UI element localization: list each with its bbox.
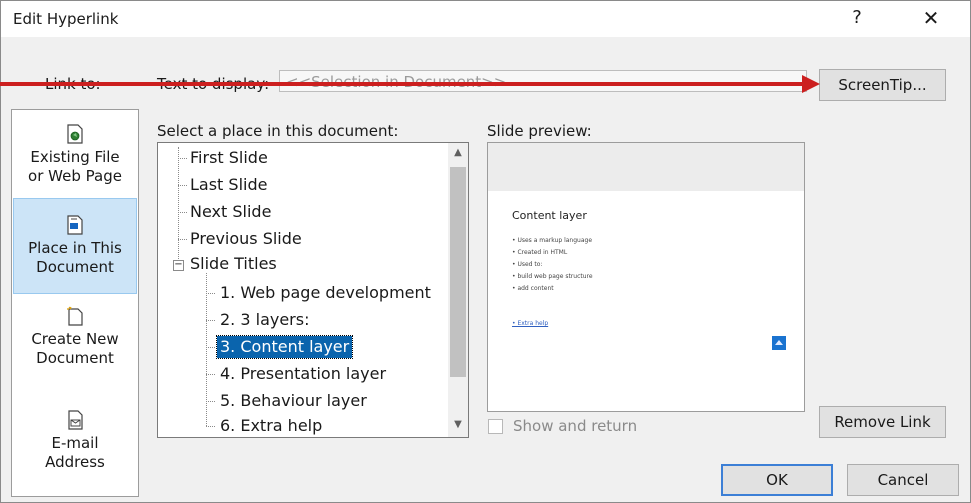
tree-item[interactable]: 4. Presentation layer — [220, 363, 386, 385]
link-to-item-line1: E-mail — [51, 434, 99, 452]
slide-preview-label: Slide preview: — [487, 122, 592, 140]
title-bar: Edit Hyperlink ? ✕ — [1, 1, 970, 37]
slide-nav-icon — [772, 336, 786, 350]
tree-item[interactable]: Next Slide — [190, 201, 271, 223]
collapse-toggle[interactable]: − — [173, 260, 184, 271]
slide-preview-bullet: • Created in HTML — [512, 249, 568, 256]
tree-item[interactable]: Previous Slide — [190, 228, 302, 250]
scroll-down-icon[interactable]: ▼ — [448, 419, 468, 430]
slide-preview-title: Content layer — [512, 209, 587, 222]
web-file-icon — [67, 124, 83, 144]
tree-guide-line — [206, 426, 215, 427]
tree-scrollbar[interactable]: ▲ ▼ — [448, 143, 468, 437]
tree-guide-line — [178, 158, 187, 159]
tree-guide-line — [178, 185, 187, 186]
tree-item[interactable]: Slide Titles — [190, 253, 277, 275]
new-document-icon — [67, 306, 83, 326]
link-to-email-address[interactable]: E-mail Address — [13, 404, 137, 490]
tree-guide-line — [178, 147, 179, 267]
slide-preview-bullet: • build web page structure — [512, 273, 593, 280]
tree-item[interactable]: Last Slide — [190, 174, 267, 196]
link-to-item-line2: Document — [36, 258, 114, 276]
show-and-return-checkbox[interactable] — [488, 419, 503, 434]
tree-item[interactable]: 2. 3 layers: — [220, 309, 309, 331]
link-to-item-line2: Document — [36, 349, 114, 367]
annotation-arrow-line — [0, 82, 808, 86]
slide-preview-link: • Extra help — [512, 320, 549, 327]
tree-item[interactable]: 1. Web page development — [220, 282, 431, 304]
cancel-button[interactable]: Cancel — [847, 464, 959, 496]
remove-link-button[interactable]: Remove Link — [819, 406, 946, 438]
scroll-thumb[interactable] — [450, 167, 466, 377]
tree-item[interactable]: First Slide — [190, 147, 268, 169]
help-button[interactable]: ? — [843, 7, 871, 28]
tree-guide-line — [206, 347, 215, 348]
dialog-title: Edit Hyperlink — [13, 10, 119, 28]
tree-guide-line — [206, 273, 207, 426]
document-place-icon — [67, 215, 83, 235]
tree-guide-line — [206, 374, 215, 375]
tree-guide-line — [206, 401, 215, 402]
tree-item[interactable]: 5. Behaviour layer — [220, 390, 367, 412]
slide-preview-bullet: • Uses a markup language — [512, 237, 593, 244]
tree-guide-line — [206, 293, 215, 294]
link-to-item-line2: or Web Page — [28, 167, 122, 185]
tree-item[interactable]: 6. Extra help — [220, 415, 322, 437]
scroll-up-icon[interactable]: ▲ — [448, 147, 468, 158]
screentip-button[interactable]: ScreenTip... — [819, 69, 946, 101]
link-to-existing-file[interactable]: Existing File or Web Page — [13, 120, 137, 198]
slide-preview-bullet: • add content — [512, 285, 554, 292]
slide-preview-bullet: • Used to: — [512, 261, 543, 268]
link-to-panel: Existing File or Web Page Place in This … — [11, 109, 139, 497]
slide-preview: Content layer • Uses a markup language •… — [487, 142, 805, 412]
link-to-create-new-document[interactable]: Create New Document — [13, 300, 137, 386]
link-to-item-line1: Place in This — [28, 239, 122, 257]
link-to-item-line2: Address — [45, 453, 105, 471]
tree-guide-line — [178, 239, 187, 240]
tree-item-selected[interactable]: 3. Content layer — [215, 335, 354, 359]
annotation-arrow-head — [802, 75, 820, 93]
link-to-item-line1: Create New — [31, 330, 119, 348]
show-and-return-label: Show and return — [513, 417, 638, 435]
link-to-place-in-document[interactable]: Place in This Document — [13, 198, 137, 294]
email-icon — [68, 410, 83, 430]
close-button[interactable]: ✕ — [917, 6, 945, 30]
tree-guide-line — [178, 212, 187, 213]
text-to-display-input[interactable]: <<Selection in Document>> — [279, 70, 807, 92]
slide-preview-band — [488, 143, 804, 191]
edit-hyperlink-dialog: Edit Hyperlink ? ✕ Link to: Text to disp… — [0, 0, 971, 503]
tree-guide-line — [206, 320, 215, 321]
document-place-tree[interactable]: First Slide Last Slide Next Slide Previo… — [157, 142, 469, 438]
select-place-label: Select a place in this document: — [157, 122, 399, 140]
ok-button[interactable]: OK — [721, 464, 833, 496]
link-to-item-line1: Existing File — [30, 148, 120, 166]
